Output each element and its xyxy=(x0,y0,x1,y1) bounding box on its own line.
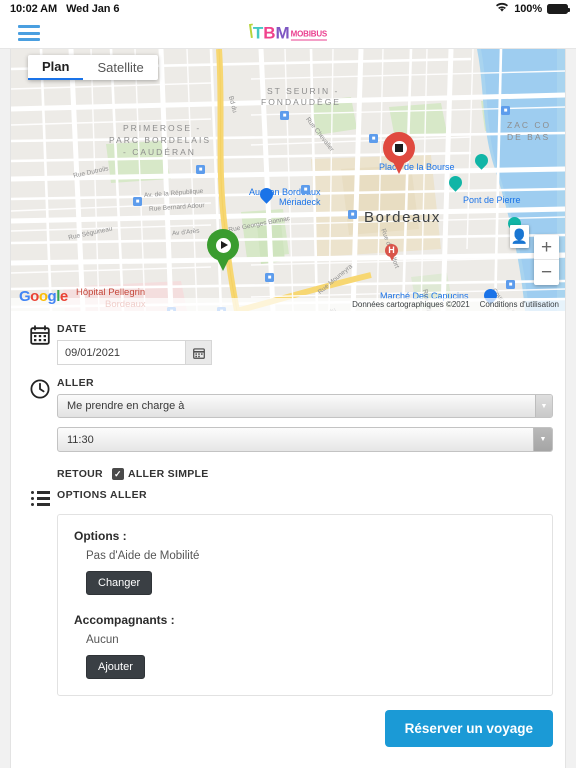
app-logo: ⌈ T B M MOBIBUS xyxy=(248,22,328,43)
map-type-plan[interactable]: Plan xyxy=(28,55,84,80)
pickup-mode-value: Me prendre en charge à xyxy=(67,400,185,412)
form-footer: Réserver un voyage xyxy=(11,696,565,763)
retour-group: RETOUR ✓ ALLER SIMPLE xyxy=(57,468,553,480)
stop-square-icon xyxy=(395,144,403,152)
companions-value: Aucun xyxy=(86,634,119,646)
destination-pin-marker[interactable] xyxy=(383,132,415,174)
booking-form: DATE 09/01/2021 ALLER Me prendre en char… xyxy=(11,311,565,768)
changer-button[interactable]: Changer xyxy=(86,571,153,595)
companions-title: Accompagnants : xyxy=(74,613,175,627)
app-header: ⌈ T B M MOBIBUS xyxy=(0,18,576,49)
status-time: 10:02 AM xyxy=(10,3,58,15)
transit-stop-icon: ■ xyxy=(348,210,357,219)
transit-stop-icon: ■ xyxy=(280,111,289,120)
aller-label: ALLER xyxy=(57,377,94,389)
zoom-in-button[interactable]: + xyxy=(534,235,559,260)
options-value: Pas d'Aide de Mobilité xyxy=(86,550,200,562)
chevron-down-icon: ▼ xyxy=(533,428,552,451)
transit-stop-icon: ■ xyxy=(301,185,310,194)
play-icon xyxy=(220,241,228,249)
status-date: Wed Jan 6 xyxy=(66,3,120,15)
map-base-tiles xyxy=(11,49,565,311)
map-data-attribution: Données cartographiques ©2021 xyxy=(352,300,470,309)
options-row: OPTIONS ALLER xyxy=(11,489,565,506)
list-icon xyxy=(23,489,57,506)
street-view-pegman-icon[interactable]: 👤 xyxy=(510,225,529,248)
map-type-satellite[interactable]: Satellite xyxy=(83,55,157,80)
poi-shopping-icon xyxy=(257,185,276,204)
wifi-icon xyxy=(495,2,509,16)
options-title: Options : xyxy=(74,529,127,543)
calendar-icon xyxy=(23,323,57,345)
calendar-picker-icon[interactable] xyxy=(185,340,212,365)
date-input[interactable]: 09/01/2021 xyxy=(57,340,185,365)
retour-spacer xyxy=(23,464,57,466)
booking-card: Plan Satellite ■ ■ ■ ■ ■ ■ ■ ■ ■ ■ ■ ■ ■… xyxy=(10,49,566,768)
aller-row: ALLER Me prendre en charge à ▼ 11:30 ▼ xyxy=(11,377,565,452)
battery-percent: 100% xyxy=(514,3,542,15)
map-widget[interactable]: Plan Satellite ■ ■ ■ ■ ■ ■ ■ ■ ■ ■ ■ ■ ■… xyxy=(11,49,565,311)
clock-icon xyxy=(23,377,57,399)
zoom-out-button[interactable]: − xyxy=(534,260,559,285)
aller-field-group: ALLER Me prendre en charge à ▼ 11:30 ▼ xyxy=(57,377,553,452)
date-row: DATE 09/01/2021 xyxy=(11,323,565,365)
status-right-group: 100% xyxy=(495,2,571,16)
reserve-trip-button[interactable]: Réserver un voyage xyxy=(384,710,553,747)
date-input-group[interactable]: 09/01/2021 xyxy=(57,340,212,365)
logo-letter-b: B xyxy=(263,23,276,43)
retour-label: RETOUR xyxy=(57,468,103,480)
poi-monument-icon xyxy=(446,173,465,192)
transit-stop-icon: ■ xyxy=(133,197,142,206)
options-aller-label: OPTIONS ALLER xyxy=(57,489,147,501)
page-container: Plan Satellite ■ ■ ■ ■ ■ ■ ■ ■ ■ ■ ■ ■ ■… xyxy=(0,49,576,768)
pickup-time-select[interactable]: 11:30 ▼ xyxy=(57,427,553,452)
ajouter-button[interactable]: Ajouter xyxy=(86,655,145,679)
chevron-down-icon: ▼ xyxy=(535,395,552,417)
transit-stop-icon: ■ xyxy=(506,280,515,289)
hospital-marker-icon: H xyxy=(385,244,398,261)
google-logo: Google xyxy=(19,288,68,305)
transit-stop-icon: ■ xyxy=(265,273,274,282)
transit-stop-icon: ■ xyxy=(501,106,510,115)
date-field-group: DATE 09/01/2021 xyxy=(57,323,553,365)
aller-simple-label: ALLER SIMPLE xyxy=(127,468,209,480)
options-card: Options : Pas d'Aide de Mobilité Changer… xyxy=(57,514,553,696)
logo-letter-m: M xyxy=(275,23,290,43)
poi-market-icon xyxy=(472,151,491,170)
logo-subtitle: MOBIBUS xyxy=(290,29,328,41)
origin-pin-marker[interactable] xyxy=(207,229,239,271)
map-attribution-bar: Données cartographiques ©2021 Conditions… xyxy=(11,298,565,311)
retour-row: RETOUR ✓ ALLER SIMPLE xyxy=(11,464,565,480)
battery-full-icon xyxy=(547,4,571,14)
aller-simple-checkbox-group[interactable]: ✓ ALLER SIMPLE xyxy=(111,468,209,480)
pickup-time-value: 11:30 xyxy=(67,433,94,446)
transit-stop-icon: ■ xyxy=(369,134,378,143)
date-label: DATE xyxy=(57,323,87,335)
ios-status-bar: 10:02 AM Wed Jan 6 100% xyxy=(0,0,576,18)
map-type-switcher[interactable]: Plan Satellite xyxy=(28,55,158,80)
map-terms-link[interactable]: Conditions d'utilisation xyxy=(480,300,559,309)
transit-stop-icon: ■ xyxy=(196,165,205,174)
map-zoom-controls[interactable]: + − xyxy=(534,235,559,285)
check-icon[interactable]: ✓ xyxy=(111,468,124,480)
pickup-mode-select[interactable]: Me prendre en charge à ▼ xyxy=(57,394,553,418)
hamburger-menu-icon[interactable] xyxy=(18,25,40,41)
